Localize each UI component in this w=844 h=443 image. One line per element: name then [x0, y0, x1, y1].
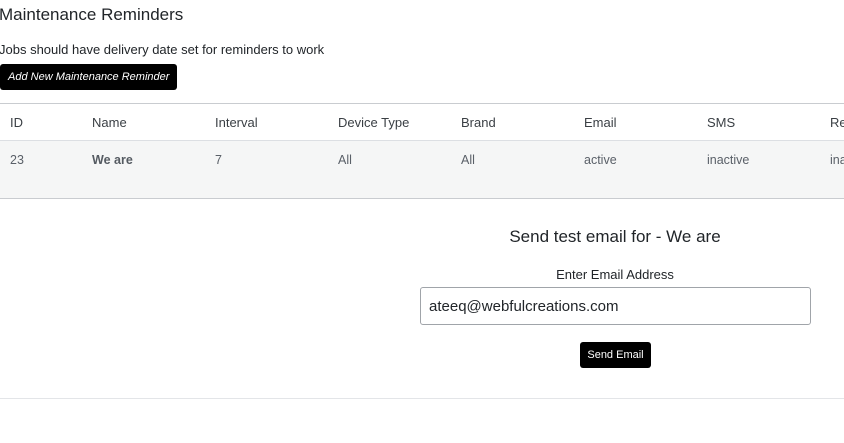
email-field-label: Enter Email Address: [556, 267, 674, 282]
reminders-table: ID Name Interval Device Type Brand Email…: [0, 104, 844, 198]
reminders-table-container: ID Name Interval Device Type Brand Email…: [0, 103, 844, 199]
cell-email-status: active: [584, 152, 617, 167]
table-header-row: ID Name Interval Device Type Brand Email…: [0, 104, 844, 141]
cell-reminder-status: ina: [830, 152, 844, 167]
cell-sms-status: inactive: [707, 152, 750, 167]
cell-name: We are: [92, 152, 133, 167]
cell-interval: 7: [215, 152, 222, 167]
table-row-padding: [0, 178, 844, 198]
table-row[interactable]: 23 We are 7 All All active inactive ina: [0, 140, 844, 178]
header-device-type: Device Type: [328, 104, 451, 141]
header-brand: Brand: [451, 104, 574, 141]
header-reminder: Re: [820, 104, 844, 141]
add-new-reminder-button[interactable]: Add New Maintenance Reminder: [0, 64, 178, 90]
header-interval: Interval: [205, 104, 328, 141]
cell-brand: All: [461, 152, 475, 167]
section-divider: [0, 398, 844, 399]
email-field[interactable]: [420, 287, 811, 325]
test-email-title: Send test email for - We are: [509, 227, 721, 246]
page-title: Maintenance Reminders: [0, 5, 184, 24]
header-id: ID: [0, 104, 82, 141]
send-email-button[interactable]: Send Email: [580, 342, 651, 368]
cell-device-type: All: [338, 152, 352, 167]
header-sms: SMS: [697, 104, 820, 141]
header-email: Email: [574, 104, 697, 141]
maintenance-reminders-page: Maintenance Reminders Jobs should have d…: [0, 0, 844, 443]
header-name: Name: [82, 104, 205, 141]
cell-id: 23: [10, 152, 24, 167]
page-subtitle: Jobs should have delivery date set for r…: [0, 42, 325, 57]
